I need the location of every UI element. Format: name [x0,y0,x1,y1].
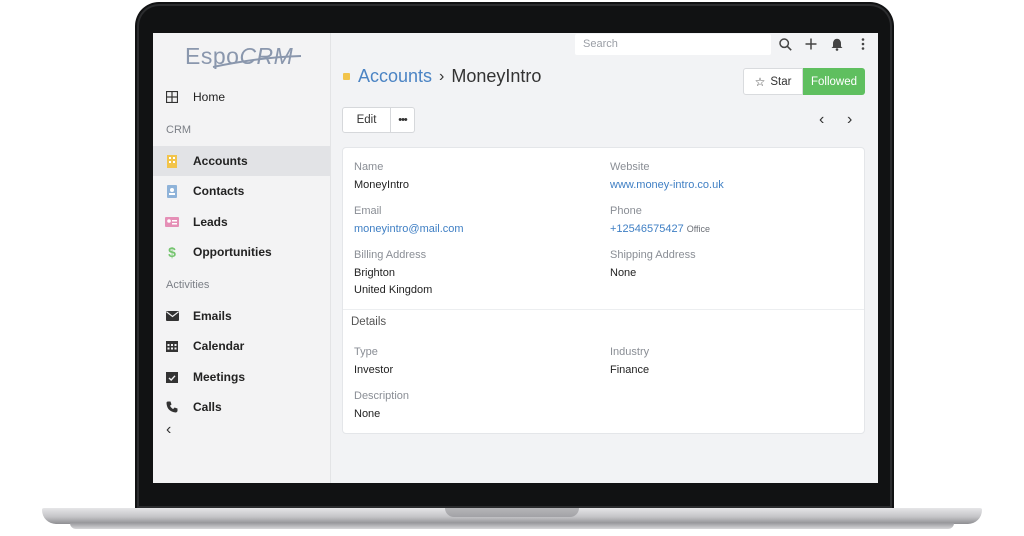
description-label: Description [354,390,410,402]
name-label: Name [354,161,384,173]
sidebar-item-label: Calendar [193,339,245,353]
star-button[interactable]: ☆ Star [743,68,803,95]
search-icon[interactable] [777,36,793,52]
sidebar-item-home[interactable]: Home [153,82,330,112]
sidebar-item-label: Meetings [193,370,246,384]
sidebar-item-label: Leads [193,215,228,229]
industry-value: Finance [610,364,650,376]
building-icon [165,154,179,168]
phone-type: Office [686,224,711,234]
plus-icon[interactable] [803,36,819,52]
billing-address-city: Brighton [354,267,395,279]
sidebar-section-crm: CRM [166,124,192,136]
sidebar-item-label: Opportunities [193,245,272,259]
search-input[interactable]: Search [575,34,771,55]
website-link[interactable]: www.money-intro.co.uk [610,179,724,191]
name-value: MoneyIntro [354,179,410,191]
sidebar-section-activities: Activities [166,279,210,291]
industry-label: Industry [610,346,650,358]
dollar-icon: $ [168,244,176,260]
sidebar-item-label: Accounts [193,154,248,168]
phone-icon [165,400,179,414]
sidebar-item-label: Home [193,90,226,104]
sidebar-item-opportunities[interactable]: $ Opportunities [153,237,330,267]
billing-address-country: United Kingdom [354,284,433,296]
sidebar-item-emails[interactable]: Emails [153,301,330,331]
more-actions-button[interactable]: ••• [391,107,415,133]
type-value: Investor [354,364,394,376]
sidebar-item-leads[interactable]: Leads [153,207,330,237]
calendar-check-icon [165,370,179,384]
id-card-icon [165,215,179,229]
envelope-icon [165,309,179,323]
star-button-label: Star [770,75,792,88]
shipping-address-label: Shipping Address [610,249,696,261]
accounts-color-icon [343,73,350,80]
breadcrumb-separator: › [439,67,445,85]
email-link[interactable]: moneyintro@mail.com [354,223,464,235]
logo-swoosh-icon [212,55,302,68]
breadcrumb-accounts-link[interactable]: Accounts [358,66,432,87]
laptop-base-shadow [70,523,954,529]
sidebar-item-meetings[interactable]: Meetings [153,362,330,392]
phone-field: +12546575427 Office [610,223,710,235]
star-icon: ☆ [754,74,766,89]
panel-divider [343,309,864,310]
breadcrumb: Accounts › MoneyIntro [343,66,541,87]
details-section-title: Details [351,316,387,328]
shipping-address-value: None [610,267,637,279]
record-panel: Name MoneyIntro Website www.money-intro.… [342,147,865,434]
calendar-icon [165,339,179,353]
email-label: Email [354,205,382,217]
sidebar-item-calendar[interactable]: Calendar [153,331,330,361]
website-label: Website [610,161,650,173]
sidebar-item-label: Emails [193,309,232,323]
phone-link[interactable]: +12546575427 [610,223,684,235]
sidebar-item-accounts[interactable]: Accounts [153,146,330,176]
followed-button[interactable]: Followed [803,68,865,95]
laptop-notch [445,508,579,517]
contact-card-icon [165,184,179,198]
sidebar-item-contacts[interactable]: Contacts [153,176,330,206]
kebab-menu-icon[interactable] [855,36,871,52]
bell-icon[interactable] [829,36,845,52]
collapse-sidebar-icon[interactable]: ‹ [166,421,171,439]
sidebar-item-label: Calls [193,400,222,414]
previous-record-icon[interactable]: ‹ [819,111,824,129]
edit-button[interactable]: Edit [342,107,391,133]
type-label: Type [354,346,378,358]
billing-address-label: Billing Address [354,249,427,261]
app-screen: EspoCRM Home CRM Accounts Contacts Leads… [153,33,878,483]
sidebar-item-calls[interactable]: Calls [153,392,330,422]
page-title: MoneyIntro [451,66,542,86]
next-record-icon[interactable]: › [847,111,852,129]
phone-label: Phone [610,205,642,217]
sidebar-item-label: Contacts [193,184,245,198]
description-value: None [354,408,381,420]
grid-icon [165,90,179,104]
sidebar: EspoCRM Home CRM Accounts Contacts Leads… [153,33,331,483]
